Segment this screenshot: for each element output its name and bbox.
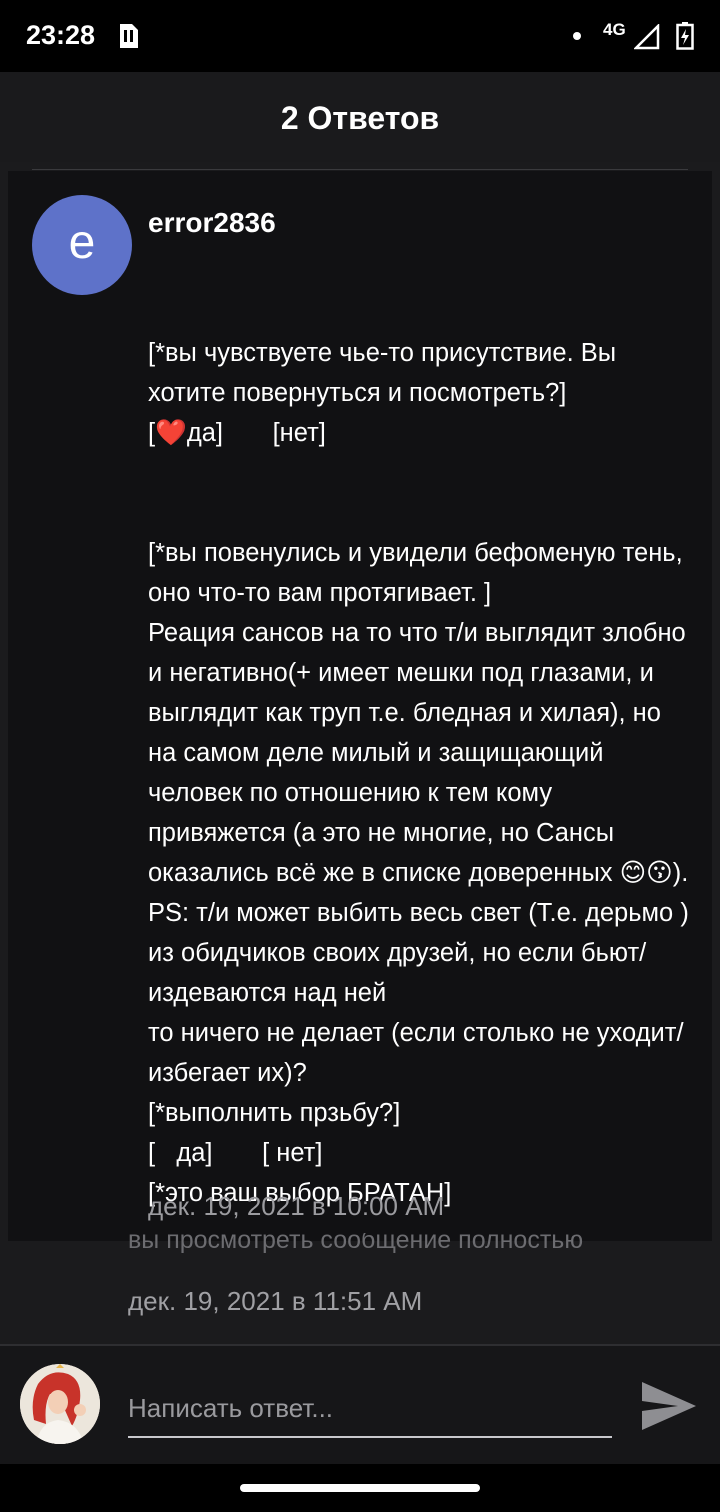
comment-line: Реация сансов на то что т/и выглядит зло… [148,619,693,887]
comment-line [148,493,693,533]
reply-preview[interactable]: вы просмотреть сообщение полностью [128,1233,688,1255]
reply-bar [0,1344,720,1466]
comment-line: [❤️да] [нет] [148,419,326,447]
comment-line [148,453,693,493]
status-time: 23:28 [26,20,96,50]
signal-icon [634,24,660,50]
author-name[interactable]: error2836 [148,207,276,239]
battery-charging-icon [676,22,694,50]
comment-line: [ да] [ нет] [148,1139,323,1167]
user-avatar[interactable] [20,1364,100,1444]
comment-text: [*вы чувствуете чье-то присутствие. Вы х… [148,253,693,1293]
sim-icon [120,24,138,48]
divider [32,169,688,170]
author-avatar[interactable]: e [32,195,132,295]
replies-list[interactable]: e error2836 [*вы чувствуете чье-то прису… [0,162,720,1344]
send-icon[interactable] [636,1376,700,1436]
status-bar: 23:28 4G [0,0,720,72]
dot-icon [573,32,581,40]
comment-line: PS: т/и может выбить весь свет (Т.е. дер… [148,899,696,1007]
comment-timestamp: дек. 19, 2021 в 10:00 AM [148,1191,445,1221]
reply-timestamp: дек. 19, 2021 в 11:51 AM [128,1286,423,1316]
comment-line: [*выполнить прзьбу?] [148,1099,401,1127]
app-header: 2 Ответов [0,72,720,162]
reply-input[interactable] [128,1380,612,1438]
network-type: 4G [603,20,626,39]
comment-line: [*вы чувствуете чье-то присутствие. Вы х… [148,339,624,407]
home-indicator[interactable] [240,1484,480,1492]
reply-preview-text: вы просмотреть сообщение полностью [128,1233,584,1254]
comment-card[interactable]: e error2836 [*вы чувствуете чье-то прису… [8,171,712,1241]
comment-line: то ничего не делает (если столько не ухо… [148,1019,684,1087]
navigation-bar [0,1464,720,1512]
page-title: 2 Ответов [280,100,440,136]
user-avatar-image [20,1364,100,1444]
comment-line: [*вы повенулись и увидели бефоменую тень… [148,539,690,607]
